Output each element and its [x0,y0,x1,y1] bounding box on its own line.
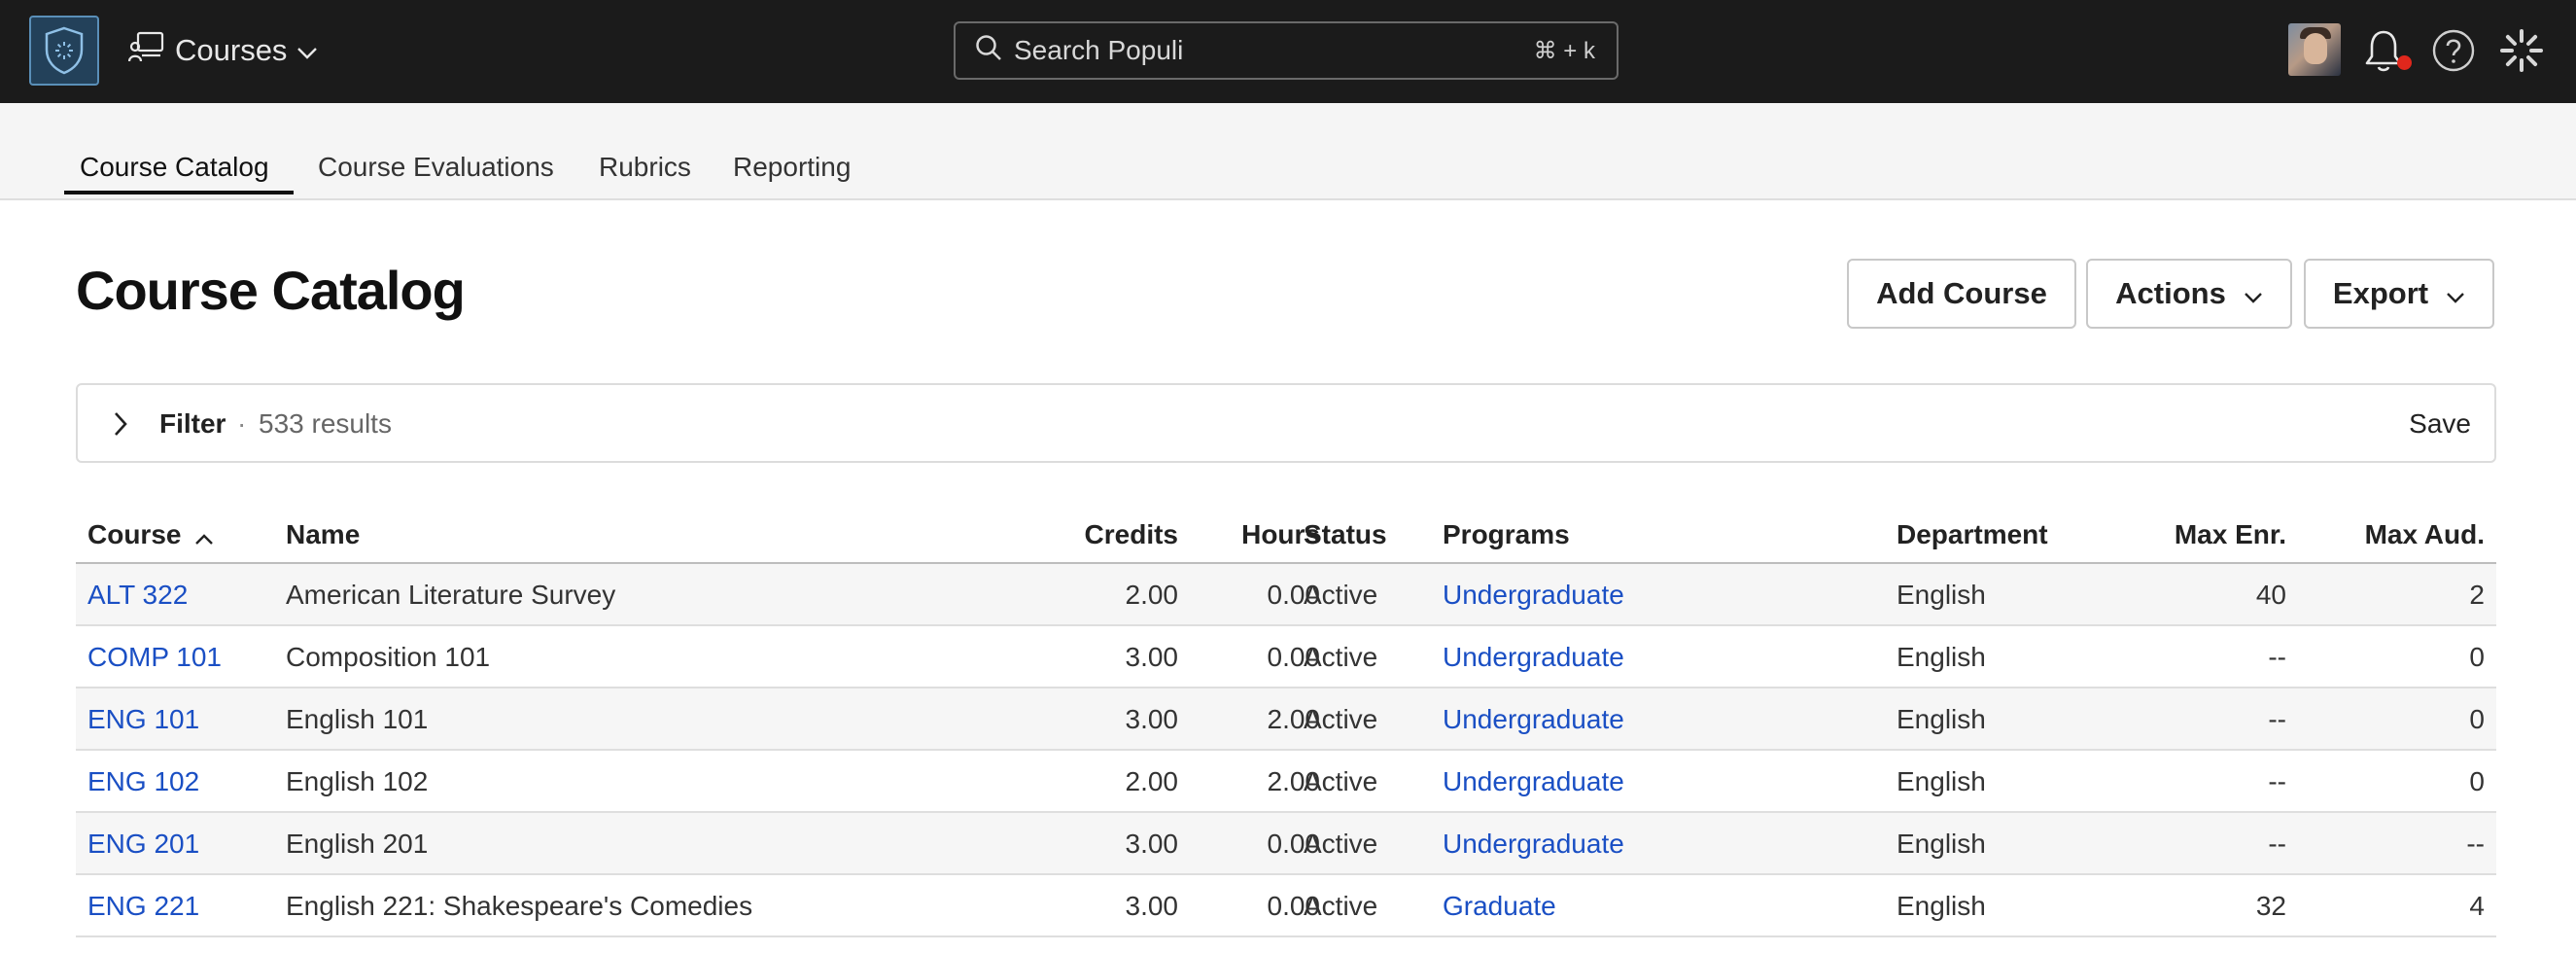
course-name: English 221: Shakespeare's Comedies [286,891,753,921]
course-credits: 2.00 [1125,766,1179,796]
max-enrollment: -- [2268,704,2286,734]
table-header: Course Name Credits Hours Status Program… [76,506,2496,564]
table-row[interactable]: ENG 221 English 221: Shakespeare's Comed… [76,875,2496,937]
course-department: English [1897,829,1986,859]
course-credits: 3.00 [1125,891,1179,921]
filter-bar: Filter · 533 results Save [76,383,2496,463]
program-link[interactable]: Undergraduate [1443,642,1624,673]
add-course-button[interactable]: Add Course [1847,259,2076,329]
course-department: English [1897,891,1986,921]
chevron-right-icon[interactable] [113,410,128,442]
course-code-link[interactable]: ENG 101 [87,704,199,735]
app-switcher-label: Courses [175,33,288,67]
program-link[interactable]: Graduate [1443,891,1556,922]
max-enrollment: 32 [2255,891,2286,921]
course-department: English [1897,704,1986,734]
program-link[interactable]: Undergraduate [1443,580,1624,611]
max-auditors: -- [2466,829,2485,859]
course-credits: 3.00 [1125,642,1179,672]
export-label: Export [2332,276,2429,310]
max-auditors: 0 [2469,704,2485,734]
max-enrollment: -- [2268,829,2286,859]
max-enrollment: -- [2268,766,2286,796]
search-shortcut-hint: ⌘ + k [1533,37,1595,64]
search-input[interactable]: Search Populi ⌘ + k [954,21,1619,80]
avatar[interactable] [2288,23,2341,76]
column-header-status[interactable]: Status [1304,519,1387,550]
export-button[interactable]: Export [2304,259,2494,329]
course-name: Composition 101 [286,642,491,672]
column-header-programs[interactable]: Programs [1443,519,1570,550]
tab-reporting[interactable]: Reporting [733,152,851,198]
max-enrollment: -- [2268,642,2286,672]
actions-label: Actions [2115,276,2226,310]
course-credits: 2.00 [1125,580,1179,610]
max-auditors: 4 [2469,891,2485,921]
filter-separator: · [237,408,247,439]
add-course-label: Add Course [1876,276,2047,310]
max-auditors: 0 [2469,642,2485,672]
course-name: English 102 [286,766,429,796]
course-credits: 3.00 [1125,829,1179,859]
course-status: Active [1304,580,1378,610]
table-row[interactable]: COMP 101 Composition 101 3.00 0.00 Activ… [76,626,2496,688]
column-header-max-enrollment[interactable]: Max Enr. [2175,519,2286,550]
course-status: Active [1304,891,1378,921]
tab-rubrics[interactable]: Rubrics [599,152,691,198]
course-code-link[interactable]: ENG 102 [87,766,199,797]
course-code-link[interactable]: ALT 322 [87,580,188,611]
max-auditors: 0 [2469,766,2485,796]
search-icon [975,34,1002,68]
sort-ascending-icon [194,521,214,552]
column-header-credits[interactable]: Credits [1085,519,1178,550]
max-auditors: 2 [2469,580,2485,610]
help-icon[interactable] [2430,27,2477,74]
course-code-link[interactable]: ENG 201 [87,829,199,860]
course-table: Course Name Credits Hours Status Program… [76,506,2496,937]
column-header-department[interactable]: Department [1897,519,2048,550]
chevron-down-icon [2446,276,2465,311]
table-row[interactable]: ENG 102 English 102 2.00 2.00 Active Und… [76,751,2496,813]
active-tab-indicator [64,191,294,194]
chevron-down-icon [296,33,318,68]
filter-toggle[interactable]: Filter [159,408,226,440]
course-status: Active [1304,704,1378,734]
max-enrollment: 40 [2255,580,2286,610]
course-status: Active [1304,829,1378,859]
course-name: English 201 [286,829,429,859]
course-code-link[interactable]: COMP 101 [87,642,222,673]
table-row[interactable]: ALT 322 American Literature Survey 2.00 … [76,564,2496,626]
tab-course-evaluations[interactable]: Course Evaluations [318,152,554,198]
column-header-course[interactable]: Course [87,519,214,552]
courses-app-icon [127,30,165,71]
course-department: English [1897,580,1986,610]
populi-logo-icon[interactable] [29,16,99,86]
top-navigation-bar: Courses Search Populi ⌘ + k [0,0,2576,103]
course-code-link[interactable]: ENG 221 [87,891,199,922]
column-header-max-auditors[interactable]: Max Aud. [2365,519,2485,550]
page-title: Course Catalog [76,260,466,321]
search-placeholder: Search Populi [1014,35,1184,65]
section-tabs: Course Catalog Course Evaluations Rubric… [0,103,2576,200]
chevron-down-icon [2244,276,2263,311]
course-status: Active [1304,766,1378,796]
actions-button[interactable]: Actions [2086,259,2292,329]
program-link[interactable]: Undergraduate [1443,766,1624,797]
table-row[interactable]: ENG 101 English 101 3.00 2.00 Active Und… [76,688,2496,751]
course-name: English 101 [286,704,429,734]
notification-badge [2397,55,2412,70]
app-switcher[interactable]: Courses [127,29,318,72]
course-name: American Literature Survey [286,580,616,610]
results-count: 533 results [259,408,392,439]
course-credits: 3.00 [1125,704,1179,734]
program-link[interactable]: Undergraduate [1443,704,1624,735]
course-department: English [1897,766,1986,796]
course-department: English [1897,642,1986,672]
save-filter-button[interactable]: Save [2409,408,2471,440]
loading-spinner-icon[interactable] [2498,27,2545,74]
column-header-name[interactable]: Name [286,519,360,550]
program-link[interactable]: Undergraduate [1443,829,1624,860]
course-status: Active [1304,642,1378,672]
table-row[interactable]: ENG 201 English 201 3.00 0.00 Active Und… [76,813,2496,875]
